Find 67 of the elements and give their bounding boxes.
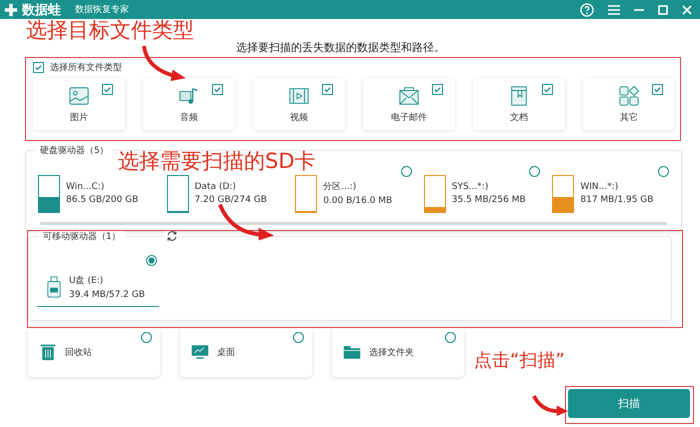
radio-button[interactable] [529,166,540,177]
drive-usage: 0.00 B/16.0 MB [323,196,392,206]
maximize-icon[interactable] [658,4,668,14]
file-type-card[interactable]: 其它 [583,78,675,130]
file-type-card[interactable]: 文档 [473,78,565,130]
checkbox[interactable] [322,84,333,95]
drive-name: SYS...*:) [452,182,490,192]
folder-icon [343,343,361,361]
drive-usage: 86.5 GB/200 GB [66,194,138,204]
grid-icon [618,84,640,106]
image-icon [68,84,90,106]
file-type-card[interactable]: 电子邮件 [363,78,455,130]
file-type-card[interactable]: 图片 [33,78,125,130]
scan-button[interactable]: 扫描 [568,389,690,418]
checkbox[interactable] [212,84,223,95]
section-title: 硬盘驱动器（5） [36,144,113,157]
location-card[interactable]: 回收站 [28,327,160,377]
document-icon [508,84,530,106]
checkbox[interactable] [432,84,443,95]
close-icon[interactable] [682,4,692,14]
radio-button[interactable] [293,332,304,343]
checkbox[interactable] [102,84,113,95]
section-title: 可移动驱动器（1） [39,230,125,243]
drive-usage: 7.20 GB/274 GB [194,194,267,204]
drive-usage: 817 MB/1.95 GB [580,194,654,204]
drive-name: U盘 (E:) [69,274,104,286]
cross-logo-icon [4,2,18,16]
drive-item[interactable]: U盘 (E:) 39.4 MB/57.2 GB [37,253,159,307]
checkbox[interactable] [33,62,44,73]
menu-icon[interactable] [608,4,620,14]
annotation-text: 点击“扫描” [474,352,565,370]
radio-button[interactable] [445,332,456,343]
radio-button[interactable] [146,255,157,266]
checkbox-label[interactable]: 选择所有文件类型 [50,61,122,74]
help-icon[interactable] [580,2,594,16]
app-name: 数据蛙 [22,2,61,18]
annotation-text: 选择目标文件类型 [26,20,194,41]
app-subtitle: 数据恢复专家 [75,4,129,16]
checkbox[interactable] [652,84,663,95]
minimize-icon[interactable] [634,8,644,10]
drive-name: WIN...*:) [580,182,620,192]
envelope-icon [398,84,420,106]
instruction-text: 选择要扫描的丢失数据的数据类型和路径。 [236,40,445,55]
drive-usage: 35.5 MB/256 MB [452,194,526,204]
location-card[interactable]: 桌面 [180,327,312,377]
drive-name: 分区...:) [323,180,358,193]
annotation-text: 选择需要扫描的SD卡 [118,151,316,172]
radio-button[interactable] [400,166,412,177]
radio-button[interactable] [658,166,669,177]
radio-button[interactable] [141,332,152,343]
location-card[interactable]: 选择文件夹 [332,327,464,377]
drive-usage: 39.4 MB/57.2 GB [69,290,145,300]
usb-drive-icon [47,274,61,298]
refresh-icon[interactable] [166,230,178,242]
annotation-arrow [532,394,570,417]
annotation-arrow [218,202,276,242]
annotation-arrow [140,44,188,82]
file-type-card[interactable]: 视频 [253,78,345,130]
checkbox[interactable] [542,84,553,95]
trash-icon [39,343,57,361]
drive-item[interactable]: SYS...*:) 35.5 MB/256 MB [424,165,552,213]
drive-name: Data (D:) [194,182,237,192]
scrollbar[interactable] [40,222,667,225]
monitor-icon [191,343,209,361]
drive-item[interactable]: WIN...*:) 817 MB/1.95 GB [552,165,681,213]
file-type-card[interactable]: 音频 [143,78,235,130]
drive-name: Win...C:) [66,182,106,192]
